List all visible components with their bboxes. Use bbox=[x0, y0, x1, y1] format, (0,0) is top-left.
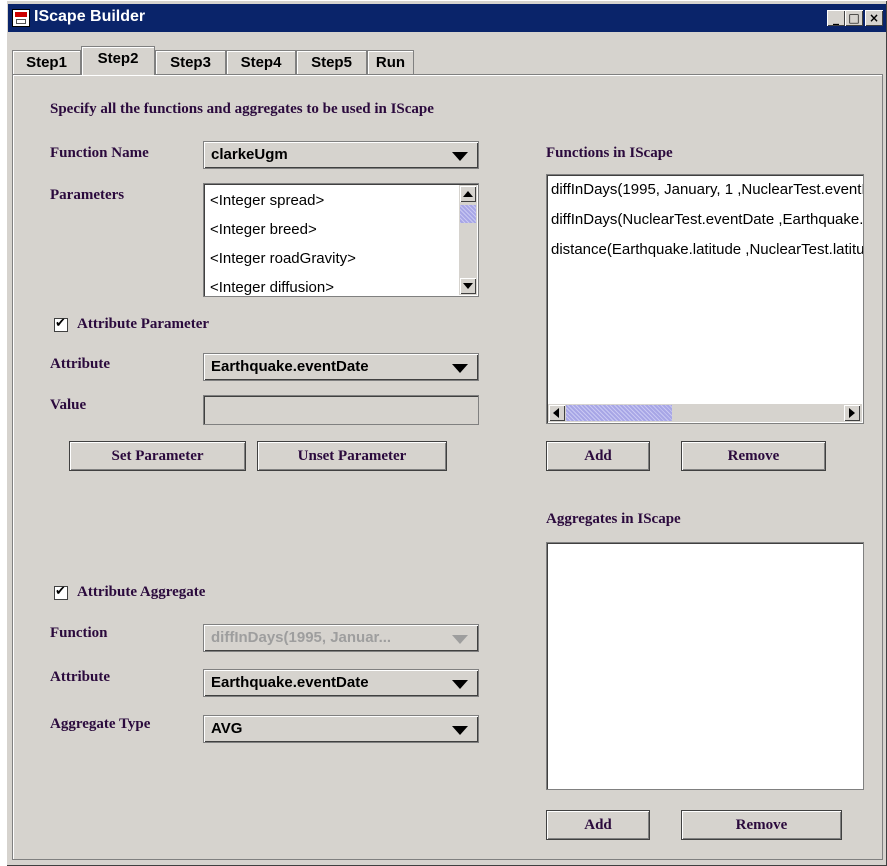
attribute-label: Attribute bbox=[50, 356, 110, 372]
title-bar[interactable]: IScape Builder _ □ × bbox=[8, 4, 886, 32]
agg-function-combo[interactable]: diffInDays(1995, Januar... bbox=[203, 624, 479, 652]
tab-step1[interactable]: Step1 bbox=[12, 50, 81, 74]
list-item[interactable]: <Integer breed> bbox=[210, 221, 317, 238]
window-title: IScape Builder bbox=[34, 8, 146, 25]
value-label: Value bbox=[50, 397, 87, 413]
unset-parameter-button[interactable]: Unset Parameter bbox=[257, 441, 447, 471]
add-function-button[interactable]: Add bbox=[546, 441, 650, 471]
scroll-up-button[interactable] bbox=[460, 186, 476, 202]
horizontal-scrollbar[interactable] bbox=[548, 404, 862, 422]
tab-step4[interactable]: Step4 bbox=[226, 50, 296, 74]
scroll-thumb[interactable] bbox=[460, 205, 476, 223]
attribute-aggregate-label: Attribute Aggregate bbox=[77, 584, 206, 600]
aggregates-list[interactable] bbox=[546, 542, 864, 790]
chevron-down-icon bbox=[452, 635, 468, 644]
agg-attribute-value: Earthquake.eventDate bbox=[211, 674, 369, 691]
function-name-value: clarkeUgm bbox=[211, 146, 288, 163]
attribute-value: Earthquake.eventDate bbox=[211, 358, 369, 375]
set-parameter-button[interactable]: Set Parameter bbox=[69, 441, 246, 471]
agg-function-value: diffInDays(1995, Januar... bbox=[211, 629, 392, 646]
maximize-button[interactable]: □ bbox=[845, 10, 863, 26]
functions-list[interactable]: diffInDays(1995, January, 1 ,NuclearTest… bbox=[546, 174, 864, 424]
tab-step3[interactable]: Step3 bbox=[155, 50, 226, 74]
chevron-down-icon bbox=[452, 152, 468, 161]
tab-step5[interactable]: Step5 bbox=[296, 50, 367, 74]
parameters-list[interactable]: <Integer spread> <Integer breed> <Intege… bbox=[203, 183, 479, 297]
attribute-aggregate-checkbox[interactable] bbox=[54, 584, 68, 600]
app-window: IScape Builder _ □ × Step1 Step2 Step3 S… bbox=[6, 0, 887, 866]
chevron-down-icon bbox=[452, 680, 468, 689]
tab-step2[interactable]: Step2 bbox=[81, 46, 155, 75]
agg-attribute-label: Attribute bbox=[50, 669, 110, 685]
list-item[interactable]: <Integer spread> bbox=[210, 192, 324, 209]
scroll-left-button[interactable] bbox=[549, 405, 565, 421]
minimize-button[interactable]: _ bbox=[827, 10, 845, 26]
aggregate-type-combo[interactable]: AVG bbox=[203, 715, 479, 743]
tab-run[interactable]: Run bbox=[367, 50, 414, 74]
parameters-label: Parameters bbox=[50, 187, 125, 203]
scroll-thumb[interactable] bbox=[566, 405, 672, 421]
list-item[interactable]: diffInDays(1995, January, 1 ,NuclearTest… bbox=[551, 181, 863, 198]
chevron-down-icon bbox=[452, 726, 468, 735]
function-name-combo[interactable]: clarkeUgm bbox=[203, 141, 479, 169]
function-name-label: Function Name bbox=[50, 145, 149, 161]
aggregate-type-label: Aggregate Type bbox=[50, 716, 151, 732]
vertical-scrollbar[interactable] bbox=[459, 185, 477, 295]
add-aggregate-button[interactable]: Add bbox=[546, 810, 650, 840]
chevron-down-icon bbox=[452, 364, 468, 373]
panel-heading: Specify all the functions and aggregates… bbox=[50, 101, 434, 117]
value-field[interactable] bbox=[203, 395, 479, 425]
list-item[interactable]: diffInDays(NuclearTest.eventDate ,Earthq… bbox=[551, 211, 863, 228]
list-item[interactable]: <Integer roadGravity> bbox=[210, 250, 356, 267]
attribute-parameter-label: Attribute Parameter bbox=[77, 316, 210, 332]
scroll-right-button[interactable] bbox=[844, 405, 860, 421]
list-item[interactable]: <Integer diffusion> bbox=[210, 279, 334, 296]
app-icon bbox=[12, 9, 30, 27]
scroll-down-button[interactable] bbox=[460, 278, 476, 294]
step2-panel: Specify all the functions and aggregates… bbox=[12, 74, 883, 860]
aggregate-type-value: AVG bbox=[211, 720, 243, 737]
attribute-parameter-checkbox[interactable] bbox=[54, 316, 68, 332]
remove-function-button[interactable]: Remove bbox=[681, 441, 826, 471]
aggregates-label: Aggregates in IScape bbox=[546, 511, 681, 527]
attribute-combo[interactable]: Earthquake.eventDate bbox=[203, 353, 479, 381]
close-button[interactable]: × bbox=[865, 10, 883, 26]
functions-label: Functions in IScape bbox=[546, 145, 673, 161]
remove-aggregate-button[interactable]: Remove bbox=[681, 810, 842, 840]
agg-function-label: Function bbox=[50, 625, 108, 641]
agg-attribute-combo[interactable]: Earthquake.eventDate bbox=[203, 669, 479, 697]
list-item[interactable]: distance(Earthquake.latitude ,NuclearTes… bbox=[551, 241, 863, 258]
